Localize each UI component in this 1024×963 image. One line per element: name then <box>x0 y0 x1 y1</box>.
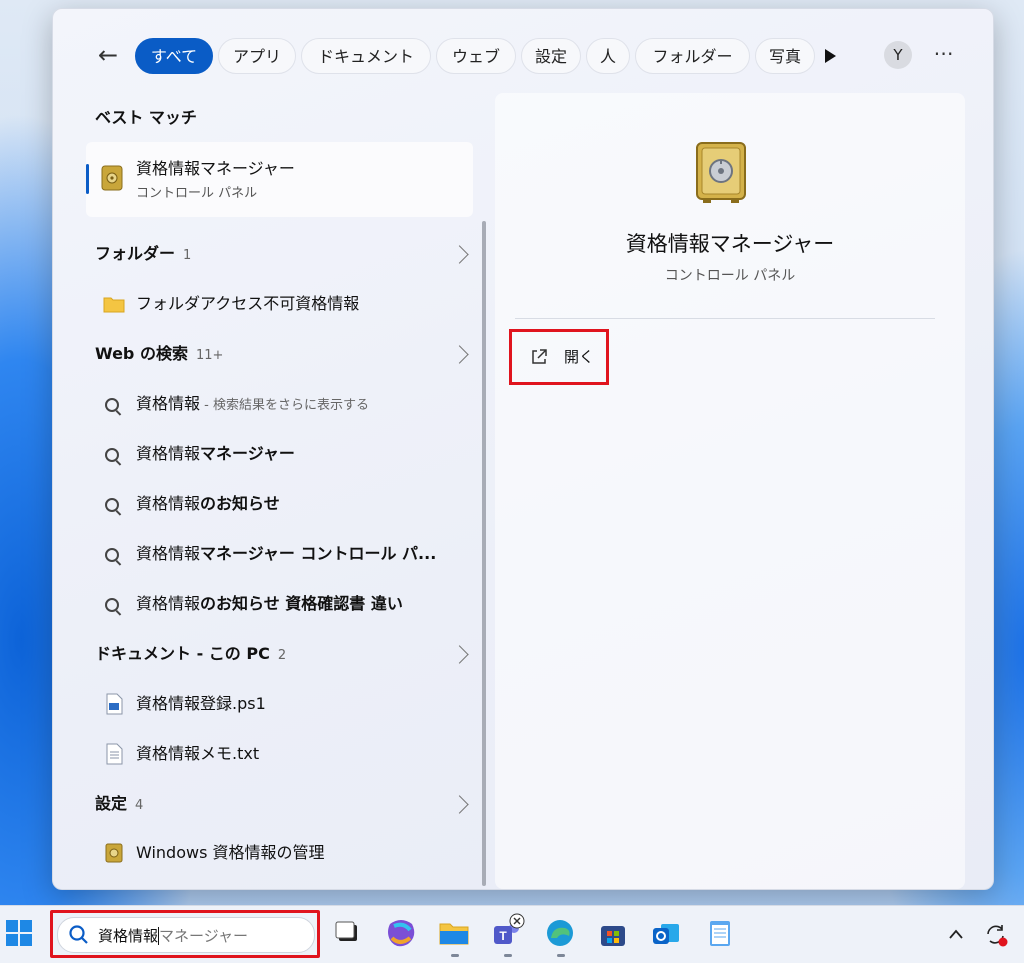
chevron-right-icon[interactable] <box>450 345 469 364</box>
task-view-icon[interactable] <box>330 916 364 950</box>
file-explorer-icon[interactable] <box>437 916 471 950</box>
settings-count: 4 <box>135 798 144 813</box>
outlook-icon[interactable] <box>649 916 683 950</box>
powershell-file-icon <box>106 693 123 715</box>
scrollbar[interactable] <box>482 221 486 886</box>
safe-icon <box>105 843 123 863</box>
detail-pane: 資格情報マネージャー コントロール パネル 開く <box>495 93 965 889</box>
chevron-right-icon[interactable] <box>450 245 469 264</box>
running-indicator <box>451 954 459 957</box>
documents-header[interactable]: ドキュメント - この PC 2 <box>95 642 286 666</box>
filter-bar: ← すべて アプリ ドキュメント ウェブ 設定 人 フォルダー 写真 Y ⋯ <box>53 35 993 77</box>
edge-icon[interactable] <box>543 916 577 950</box>
folder-icon <box>103 297 125 313</box>
best-match-sub: コントロール パネル <box>136 186 258 201</box>
web-search-title: Web の検索 <box>95 344 188 363</box>
chevron-up-icon[interactable] <box>948 928 964 940</box>
search-panel: ← すべて アプリ ドキュメント ウェブ 設定 人 フォルダー 写真 Y ⋯ ベ… <box>52 8 994 890</box>
safe-icon <box>696 142 746 203</box>
chevron-right-icon[interactable] <box>450 795 469 814</box>
search-icon <box>103 493 125 515</box>
search-icon <box>103 593 125 615</box>
selection-indicator <box>86 164 89 194</box>
search-typed-text: 資格情報 <box>98 927 159 945</box>
scroll-filters-right-icon[interactable] <box>825 49 836 63</box>
detail-subtitle: コントロール パネル <box>664 268 796 284</box>
open-external-icon <box>532 349 547 364</box>
web-suggestion-term: 資格情報 <box>136 444 201 463</box>
filter-documents[interactable]: ドキュメント <box>301 38 431 74</box>
folder-item-label: フォルダアクセス不可資格情報 <box>136 294 360 313</box>
search-icon <box>103 443 125 465</box>
filter-all[interactable]: すべて <box>135 38 213 74</box>
filter-apps[interactable]: アプリ <box>218 38 296 74</box>
more-options-icon[interactable]: ⋯ <box>930 38 958 70</box>
folders-header[interactable]: フォルダー 1 <box>95 242 191 266</box>
safe-icon <box>101 165 123 191</box>
settings-item-label: Windows 資格情報の管理 <box>136 843 325 862</box>
store-icon[interactable] <box>596 916 630 950</box>
taskbar: 資格情報マネージャー T <box>0 905 1024 963</box>
open-button[interactable]: 開く <box>509 329 609 385</box>
detail-title: 資格情報マネージャー <box>625 232 835 256</box>
filter-settings[interactable]: 設定 <box>521 38 581 74</box>
best-match-name: 資格情報マネージャー <box>136 159 295 178</box>
taskbar-search-highlight: 資格情報マネージャー <box>50 910 320 958</box>
web-suggestion-completion: のお知らせ 資格確認書 違い <box>200 594 403 613</box>
web-suggestion-hint: - 検索結果をさらに表示する <box>200 398 369 413</box>
best-match-header: ベスト マッチ <box>95 108 197 127</box>
m365-copilot-icon[interactable] <box>384 916 418 950</box>
svg-text:T: T <box>499 929 507 943</box>
web-suggestion-term: 資格情報 <box>136 544 201 563</box>
close-badge-icon <box>509 913 525 929</box>
avatar[interactable]: Y <box>884 41 912 69</box>
web-suggestion-term: 資格情報 <box>136 594 201 613</box>
open-button-label: 開く <box>564 348 595 366</box>
taskbar-search-input[interactable]: 資格情報マネージャー <box>57 917 315 953</box>
settings-title: 設定 <box>95 794 128 813</box>
chevron-right-icon[interactable] <box>450 645 469 664</box>
filter-web[interactable]: ウェブ <box>436 38 516 74</box>
search-icon <box>103 543 125 565</box>
filter-photos[interactable]: 写真 <box>755 38 815 74</box>
folders-title: フォルダー <box>95 244 176 263</box>
back-arrow-icon[interactable]: ← <box>93 41 123 71</box>
running-indicator <box>557 954 565 957</box>
web-suggestion-term: 資格情報 <box>136 394 201 413</box>
divider <box>515 318 935 319</box>
results-list: ベスト マッチ 資格情報マネージャー コントロール パネル フォルダー 1 フォル… <box>53 99 493 889</box>
web-search-count: 11+ <box>195 348 224 363</box>
search-icon <box>103 393 125 415</box>
running-indicator <box>504 954 512 957</box>
filter-folders[interactable]: フォルダー <box>635 38 750 74</box>
filter-people[interactable]: 人 <box>586 38 630 74</box>
folders-count: 1 <box>183 248 192 263</box>
documents-title: ドキュメント - この PC <box>95 644 270 663</box>
search-icon <box>68 924 90 946</box>
settings-header[interactable]: 設定 4 <box>95 792 143 816</box>
text-file-icon <box>106 743 123 765</box>
documents-count: 2 <box>277 648 287 663</box>
best-match-item[interactable]: 資格情報マネージャー コントロール パネル <box>86 142 473 217</box>
web-suggestion-completion: マネージャー コントロール パ... <box>200 544 437 563</box>
start-icon[interactable] <box>4 918 34 948</box>
sync-notification-icon[interactable] <box>983 922 1009 948</box>
notepad-icon[interactable] <box>703 916 737 950</box>
document-item-label: 資格情報メモ.txt <box>136 744 260 763</box>
web-suggestion-term: 資格情報 <box>136 494 201 513</box>
document-item-label: 資格情報登録.ps1 <box>136 694 266 713</box>
web-suggestion-completion: マネージャー <box>200 444 295 463</box>
search-suggestion-text: マネージャー <box>159 927 248 945</box>
web-suggestion-completion: のお知らせ <box>200 494 280 513</box>
web-search-header[interactable]: Web の検索 11+ <box>95 342 223 366</box>
